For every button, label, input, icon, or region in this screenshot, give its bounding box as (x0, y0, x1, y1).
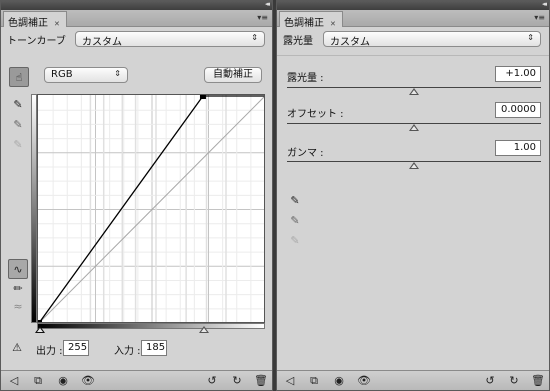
exposure-slider-thumb[interactable] (409, 88, 419, 95)
panel-tab-row: 色調補正 ✕ ▾≡ (1, 10, 272, 29)
panel-titlebar: ◂◂ (1, 0, 272, 10)
exposure-field[interactable]: +1.00 (495, 66, 541, 82)
curve-svg[interactable] (38, 95, 265, 323)
layer-visibility-toggle-icon[interactable]: ◉ (331, 373, 347, 389)
eye-icon[interactable]: 👁 (80, 373, 96, 389)
curves-panel: ◂◂ 色調補正 ✕ ▾≡ トーンカーブ カスタム ⇕ ☝ RGB ⇕ 自動補正 ✎… (0, 0, 273, 391)
preset-label: 露光量 (283, 36, 313, 47)
panel-footer: ◁ ⧉ ◉ 👁 ↺ ↻ 🗑 (277, 370, 549, 390)
previous-state-icon[interactable]: ↺ (204, 373, 220, 389)
black-eyedropper-icon[interactable]: ✎ (10, 97, 26, 113)
panel-titlebar: ◂◂ (277, 0, 549, 10)
curve-point-tool-icon[interactable]: ∿ (8, 259, 28, 279)
tab-label: 色調補正 (284, 18, 324, 29)
pencil-icon[interactable]: ✏ (10, 281, 26, 297)
input-gradient-strip (37, 323, 265, 329)
reset-icon[interactable]: ↻ (229, 373, 245, 389)
reset-icon[interactable]: ↻ (506, 373, 522, 389)
black-eyedropper-icon[interactable]: ✎ (287, 193, 303, 209)
hand-tool-icon[interactable]: ☝ (9, 67, 29, 87)
collapse-icon[interactable]: ◂◂ (542, 0, 547, 8)
select-arrow-icon: ⇕ (251, 33, 258, 42)
preset-value: カスタム (82, 37, 122, 48)
gamma-field[interactable]: 1.00 (495, 140, 541, 156)
panel-menu-icon[interactable]: ▾≡ (534, 13, 545, 22)
close-icon[interactable]: ✕ (54, 20, 60, 28)
tab-label: 色調補正 (8, 18, 48, 29)
channel-select[interactable]: RGB ⇕ (44, 67, 128, 83)
white-eyedropper-icon[interactable]: ✎ (10, 137, 26, 153)
offset-slider-thumb[interactable] (409, 124, 419, 131)
preset-label: トーンカーブ (7, 36, 66, 47)
preset-select[interactable]: カスタム ⇕ (75, 31, 265, 48)
auto-button[interactable]: 自動補正 (204, 67, 262, 83)
tab-adjustments[interactable]: 色調補正 ✕ (3, 11, 67, 29)
clip-icon[interactable]: ⧉ (306, 373, 322, 389)
select-arrow-icon: ⇕ (527, 33, 534, 42)
input-field[interactable]: 185 (141, 340, 167, 356)
back-icon[interactable]: ◁ (282, 373, 298, 389)
panel-menu-icon[interactable]: ▾≡ (257, 13, 268, 22)
collapse-icon[interactable]: ◂◂ (265, 0, 270, 8)
output-field[interactable]: 255 (63, 340, 89, 356)
black-point-slider[interactable] (35, 326, 45, 333)
curve-control-point[interactable] (199, 95, 206, 99)
gray-eyedropper-icon[interactable]: ✎ (287, 213, 303, 229)
gamma-slider-thumb[interactable] (409, 162, 419, 169)
panel-footer: ◁ ⧉ ◉ 👁 ↺ ↻ 🗑 (1, 370, 272, 390)
gray-eyedropper-icon[interactable]: ✎ (10, 117, 26, 133)
exposure-label: 露光量 : (287, 73, 324, 84)
gamma-label: ガンマ : (287, 148, 324, 159)
white-point-slider[interactable] (199, 326, 209, 333)
eye-icon[interactable]: 👁 (356, 373, 372, 389)
white-eyedropper-icon[interactable]: ✎ (287, 233, 303, 249)
input-label: 入力 : (114, 346, 141, 357)
back-icon[interactable]: ◁ (6, 373, 22, 389)
trash-icon[interactable]: 🗑 (530, 373, 546, 389)
previous-state-icon[interactable]: ↺ (482, 373, 498, 389)
preset-value: カスタム (330, 37, 370, 48)
warning-icon[interactable]: ⚠ (9, 340, 25, 356)
divider (277, 55, 549, 56)
output-label: 出力 : (36, 346, 63, 357)
channel-value: RGB (51, 69, 73, 80)
select-arrow-icon: ⇕ (114, 69, 121, 78)
offset-field[interactable]: 0.0000 (495, 102, 541, 118)
curve-graph[interactable] (37, 94, 265, 323)
trash-icon[interactable]: 🗑 (253, 373, 269, 389)
preset-select[interactable]: カスタム ⇕ (323, 31, 541, 48)
close-icon[interactable]: ✕ (330, 20, 336, 28)
clip-icon[interactable]: ⧉ (30, 373, 46, 389)
panel-tab-row: 色調補正 ✕ ▾≡ (277, 10, 549, 29)
exposure-panel: ◂◂ 色調補正 ✕ ▾≡ 露光量 カスタム ⇕ 露光量 : +1.00 オフセット… (276, 0, 550, 391)
smooth-icon[interactable]: ≈ (10, 299, 26, 315)
offset-label: オフセット : (287, 109, 344, 120)
tab-adjustments[interactable]: 色調補正 ✕ (279, 11, 343, 29)
layer-visibility-toggle-icon[interactable]: ◉ (55, 373, 71, 389)
